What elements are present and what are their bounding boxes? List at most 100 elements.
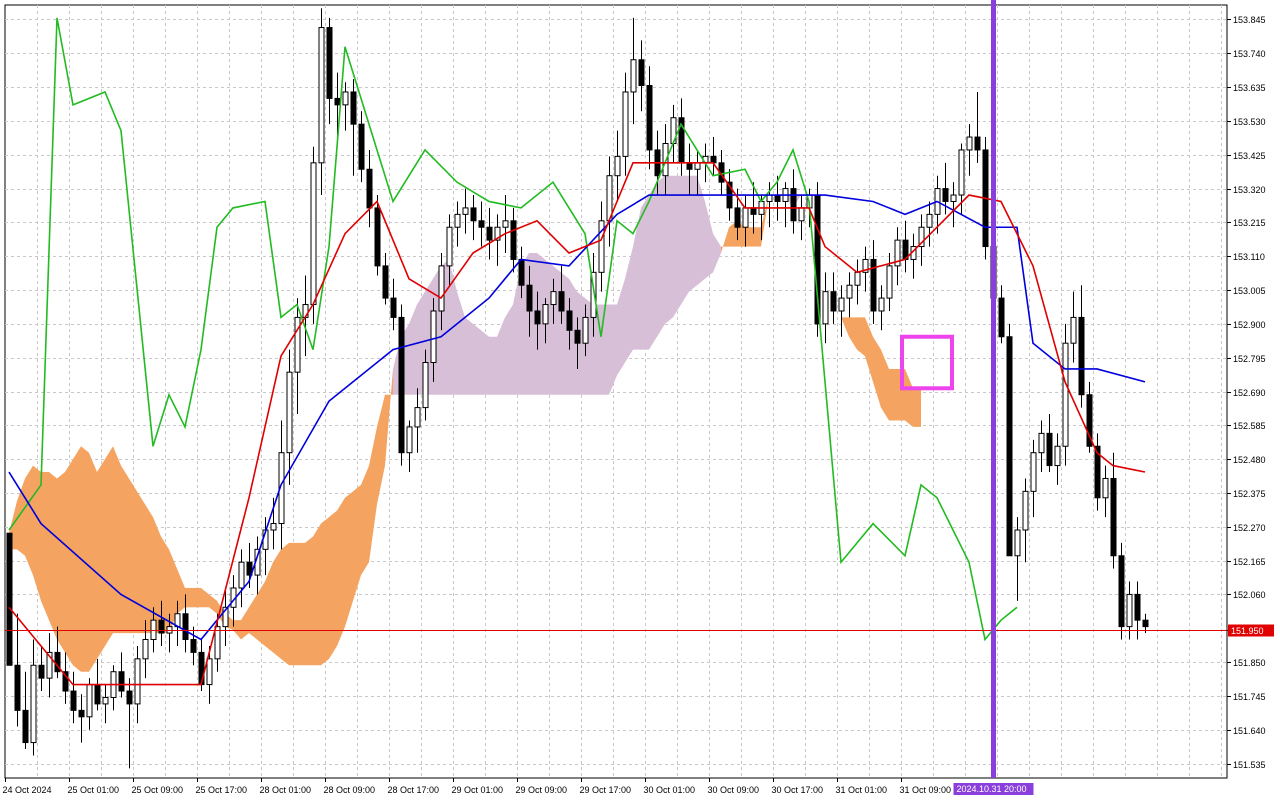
price-label: 151.950 xyxy=(1231,626,1264,636)
x-tick-label: 29 Oct 09:00 xyxy=(516,785,568,795)
cloud-segment xyxy=(137,491,145,634)
candle-body xyxy=(286,371,293,454)
candle-body xyxy=(1134,593,1141,621)
candle-body xyxy=(310,162,317,306)
candle-body xyxy=(502,220,509,228)
cloud-segment xyxy=(641,195,649,350)
cloud-segment xyxy=(361,465,369,576)
candle-body xyxy=(1006,336,1013,557)
candle-body xyxy=(854,271,861,286)
x-tick-label: 25 Oct 01:00 xyxy=(68,785,120,795)
candle-body xyxy=(1022,490,1029,531)
candle-body xyxy=(350,91,357,125)
y-tick-label: 153.845 xyxy=(1233,15,1266,25)
candle-body xyxy=(926,213,933,228)
candle-body xyxy=(1030,452,1037,492)
candle-body xyxy=(734,207,741,228)
cloud-segment xyxy=(545,259,553,395)
candle-body xyxy=(470,207,477,222)
cloud-segment xyxy=(185,587,193,608)
cloud-segment xyxy=(665,175,673,324)
candle-body xyxy=(1078,316,1085,396)
candle-body xyxy=(1142,619,1149,628)
cloud-segment xyxy=(65,459,73,666)
candle-body xyxy=(118,671,125,692)
candle-body xyxy=(710,155,717,164)
cloud-segment xyxy=(273,549,281,659)
candle-body xyxy=(950,194,957,202)
candle-body xyxy=(150,619,157,641)
x-tick-label: 25 Oct 17:00 xyxy=(196,785,248,795)
cloud-segment xyxy=(321,517,329,666)
cloud-segment xyxy=(297,542,305,666)
cloud-segment xyxy=(753,227,761,247)
y-tick-label: 152.165 xyxy=(1233,557,1266,567)
candle-body xyxy=(790,188,797,222)
candle-body xyxy=(1110,477,1117,557)
y-tick-label: 153.320 xyxy=(1233,185,1266,195)
candle-body xyxy=(574,329,581,344)
candle-body xyxy=(830,291,837,312)
candle-body xyxy=(646,85,653,151)
candle-body xyxy=(462,207,469,215)
candle-body xyxy=(878,297,885,312)
y-tick-label: 152.375 xyxy=(1233,489,1266,499)
candle-body xyxy=(382,265,389,299)
candle-body xyxy=(270,523,277,531)
candle-body xyxy=(686,162,693,170)
cloud-segment xyxy=(505,304,513,395)
y-tick-label: 153.005 xyxy=(1233,286,1266,296)
cloud-segment xyxy=(473,323,481,395)
candle-body xyxy=(1054,445,1061,467)
candle-body xyxy=(22,709,29,744)
cloud-segment xyxy=(689,175,697,292)
x-tick-label: 29 Oct 17:00 xyxy=(580,785,632,795)
candle-body xyxy=(206,658,213,686)
candle-body xyxy=(534,310,541,325)
candle-body xyxy=(102,696,109,705)
cloud-segment xyxy=(337,497,345,646)
cloud-segment xyxy=(489,336,497,395)
candle-body xyxy=(766,194,773,202)
candle-body xyxy=(550,291,557,306)
x-tick-label: 31 Oct 09:00 xyxy=(900,785,952,795)
x-tick-label: 30 Oct 09:00 xyxy=(708,785,760,795)
cloud-segment xyxy=(121,465,129,634)
candle-body xyxy=(974,136,981,151)
candle-body xyxy=(942,188,949,202)
candle-body xyxy=(486,226,493,241)
y-tick-label: 151.745 xyxy=(1233,692,1266,702)
cloud-segment xyxy=(673,175,681,318)
y-tick-label: 153.635 xyxy=(1233,83,1266,93)
cloud-segment xyxy=(49,472,57,640)
candle-body xyxy=(446,226,453,267)
candle-body xyxy=(398,316,405,454)
y-tick-label: 151.535 xyxy=(1233,760,1266,770)
cloud-segment xyxy=(193,587,201,608)
cloud-segment xyxy=(289,542,297,666)
x-tick-label: 24 Oct 2024 xyxy=(3,785,52,795)
candle-body xyxy=(846,284,853,299)
candle-body xyxy=(638,59,645,87)
y-tick-label: 152.060 xyxy=(1233,590,1266,600)
cloud-segment xyxy=(105,446,113,646)
candle-body xyxy=(510,220,517,260)
candle-body xyxy=(334,97,341,106)
cloud-segment xyxy=(57,472,65,653)
candle-body xyxy=(142,639,149,660)
candle-body xyxy=(414,407,421,428)
candle-body xyxy=(430,310,437,364)
cloud-segment xyxy=(281,542,289,666)
candle-body xyxy=(1126,593,1133,628)
y-tick-label: 153.425 xyxy=(1233,151,1266,161)
y-tick-label: 152.270 xyxy=(1233,523,1266,533)
candle-body xyxy=(630,59,637,93)
cloud-segment xyxy=(145,504,153,634)
candle-body xyxy=(566,310,573,331)
cloud-segment xyxy=(305,536,313,666)
chart-svg: 153.845 153.740 153.635 153.530 153.425 153.3… xyxy=(3,0,1274,795)
candle-body xyxy=(390,297,397,318)
y-tick-label: 153.110 xyxy=(1233,252,1265,262)
y-tick-label: 152.795 xyxy=(1233,354,1266,364)
candle-body xyxy=(422,362,429,409)
